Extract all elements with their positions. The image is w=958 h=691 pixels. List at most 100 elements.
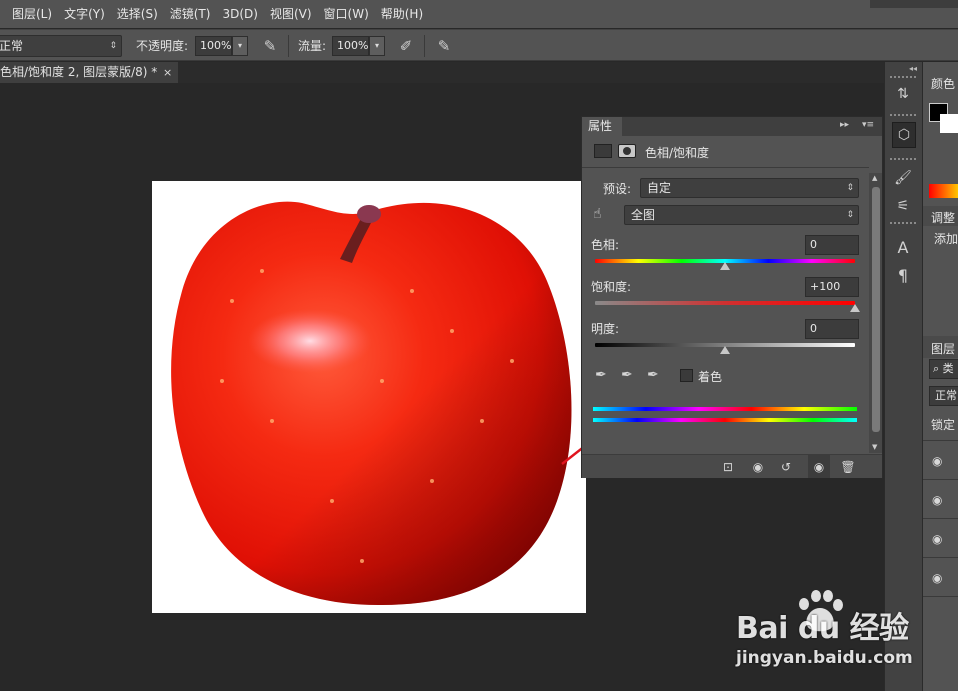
brush-presets-icon[interactable]: 🖌 [885,170,921,186]
updown-arrow-icon: ⇕ [846,210,854,220]
layer-row[interactable]: ◉ [923,481,958,519]
tab-layers[interactable]: 图层 [931,340,955,357]
hand-adjust-icon[interactable]: ☝ [593,206,602,222]
layer-blend-mode-dropdown[interactable]: 正常 [929,386,958,406]
apple-image [171,201,572,606]
scrollbar-thumb[interactable] [872,187,880,432]
eyedropper-add-icon[interactable]: ✒ [621,367,633,383]
tab-adjustments[interactable]: 调整 [931,209,955,226]
color-panel-tabbar: 颜色 [923,72,958,92]
menu-bar: 图层(L) 文字(Y) 选择(S) 滤镜(T) 3D(D) 视图(V) 窗口(W… [0,0,958,28]
lock-label: 锁定 [931,418,956,432]
layer-filter-field[interactable]: ⌕ 类 [929,359,958,379]
menu-window[interactable]: 窗口(W) [318,0,375,28]
dock-grip [890,222,918,224]
divider [288,35,289,57]
eyedropper-icon[interactable]: ✒ [595,367,607,383]
preset-label: 预设: [603,182,632,196]
preset-dropdown[interactable]: 自定 ⇕ [640,178,859,198]
output-color-bar [593,418,857,422]
document-tab[interactable]: 色相/饱和度 2, 图层蒙版/8) * [0,62,178,83]
eye-icon[interactable]: ◉ [932,571,942,585]
eye-icon[interactable]: ◉ [932,454,942,468]
divider [582,167,869,168]
menu-select[interactable]: 选择(S) [111,0,164,28]
right-panels: 颜色 调整 添加 图层 ⌕ 类 正常 锁定 ◉ ◉ ◉ ◉ [922,62,958,691]
scroll-up-icon[interactable]: ▲ [872,174,877,182]
saturation-input[interactable]: +100 [805,277,859,297]
menu-layer[interactable]: 图层(L) [6,0,58,28]
collapse-icon[interactable]: ▸▸ [840,120,849,130]
layer-row[interactable]: ◉ [923,559,958,597]
adjustments-tabbar: 调整 [923,206,958,226]
background-color-swatch[interactable] [940,114,958,133]
preset-value: 自定 [647,181,672,195]
tab-properties[interactable]: 属性 [582,117,622,136]
updown-arrow-icon: ⇕ [846,183,854,193]
opacity-dropdown-button[interactable]: ▾ [232,36,248,56]
clip-to-layer-icon[interactable]: ⊡ [717,455,739,479]
document-image[interactable] [152,181,586,613]
opacity-label: 不透明度: [136,39,189,53]
saturation-slider-track[interactable] [595,301,855,305]
hue-slider-thumb[interactable] [720,262,730,270]
eyedropper-subtract-icon[interactable]: ✒ [647,367,659,383]
view-previous-icon[interactable]: ◉ [747,455,769,479]
layer-row[interactable]: ◉ [923,442,958,480]
flow-input[interactable]: 100% [332,36,369,56]
panel-menu-icon[interactable]: ▾≡ [862,120,874,130]
updown-arrow-icon: ⇕ [109,41,117,51]
colorize-label: 着色 [698,370,723,384]
properties-tab-bar [582,117,882,136]
delete-icon[interactable]: 🗑 [837,455,859,479]
blend-mode-value: 正常 [0,39,24,53]
menu-3d[interactable]: 3D(D) [216,0,263,28]
lightness-slider-thumb[interactable] [720,346,730,354]
scroll-down-icon[interactable]: ▼ [872,443,877,451]
airbrush-icon[interactable]: ✐ [396,35,416,57]
cube-icon: ⬡ [897,127,911,143]
dock-grip [890,114,918,116]
divider [923,440,958,441]
toggle-visibility-button[interactable]: ◉ [808,455,830,478]
watermark-url: jingyan.baidu.com [736,648,913,668]
add-adjustment-label: 添加 [934,232,958,246]
history-icon[interactable]: ⇅ [885,86,921,102]
eye-icon[interactable]: ◉ [932,493,942,507]
blend-mode-dropdown[interactable]: 正常 ⇕ [0,35,122,57]
eye-icon[interactable]: ◉ [932,532,942,546]
panel-dock-icons: ◂◂ ⇅ ⬡ 🖌 ⚟ A ¶ [884,62,922,691]
window-controls[interactable] [870,0,958,8]
tab-color[interactable]: 颜色 [931,75,955,92]
options-bar: 正常 ⇕ 不透明度: 100% ▾ ✎ 流量: 100% ▾ ✐ ✎ [0,29,958,61]
opacity-input[interactable]: 100% [195,36,232,56]
layer-row[interactable]: ◉ [923,520,958,558]
layers-tabbar: 图层 [923,336,958,358]
flow-dropdown-button[interactable]: ▾ [369,36,385,56]
colorize-checkbox[interactable] [680,369,693,382]
adjustment-layer-icon[interactable] [594,144,612,158]
pressure-opacity-icon[interactable]: ✎ [260,35,280,57]
brush-settings-icon[interactable]: ⚟ [885,198,921,214]
properties-dock-button[interactable]: ⬡ [892,122,916,148]
paragraph-icon[interactable]: ¶ [885,266,921,285]
pressure-size-icon[interactable]: ✎ [434,35,454,57]
menu-view[interactable]: 视图(V) [264,0,318,28]
menu-type[interactable]: 文字(Y) [58,0,111,28]
hue-input[interactable]: 0 [805,235,859,255]
menu-filter[interactable]: 滤镜(T) [164,0,217,28]
lightness-input[interactable]: 0 [805,319,859,339]
dock-grip [890,158,918,160]
color-ramp[interactable] [929,184,958,198]
close-tab-icon[interactable]: × [163,62,172,83]
channel-value: 全图 [631,208,656,222]
saturation-slider-thumb[interactable] [850,304,860,312]
collapse-dock-icon[interactable]: ◂◂ [909,64,917,73]
menu-help[interactable]: 帮助(H) [375,0,429,28]
search-icon: ⌕ [933,362,940,375]
reset-icon[interactable]: ↺ [775,455,797,479]
input-color-bar [593,407,857,411]
channel-dropdown[interactable]: 全图 ⇕ [624,205,859,225]
mask-icon[interactable] [618,144,636,158]
character-icon[interactable]: A [885,238,921,257]
